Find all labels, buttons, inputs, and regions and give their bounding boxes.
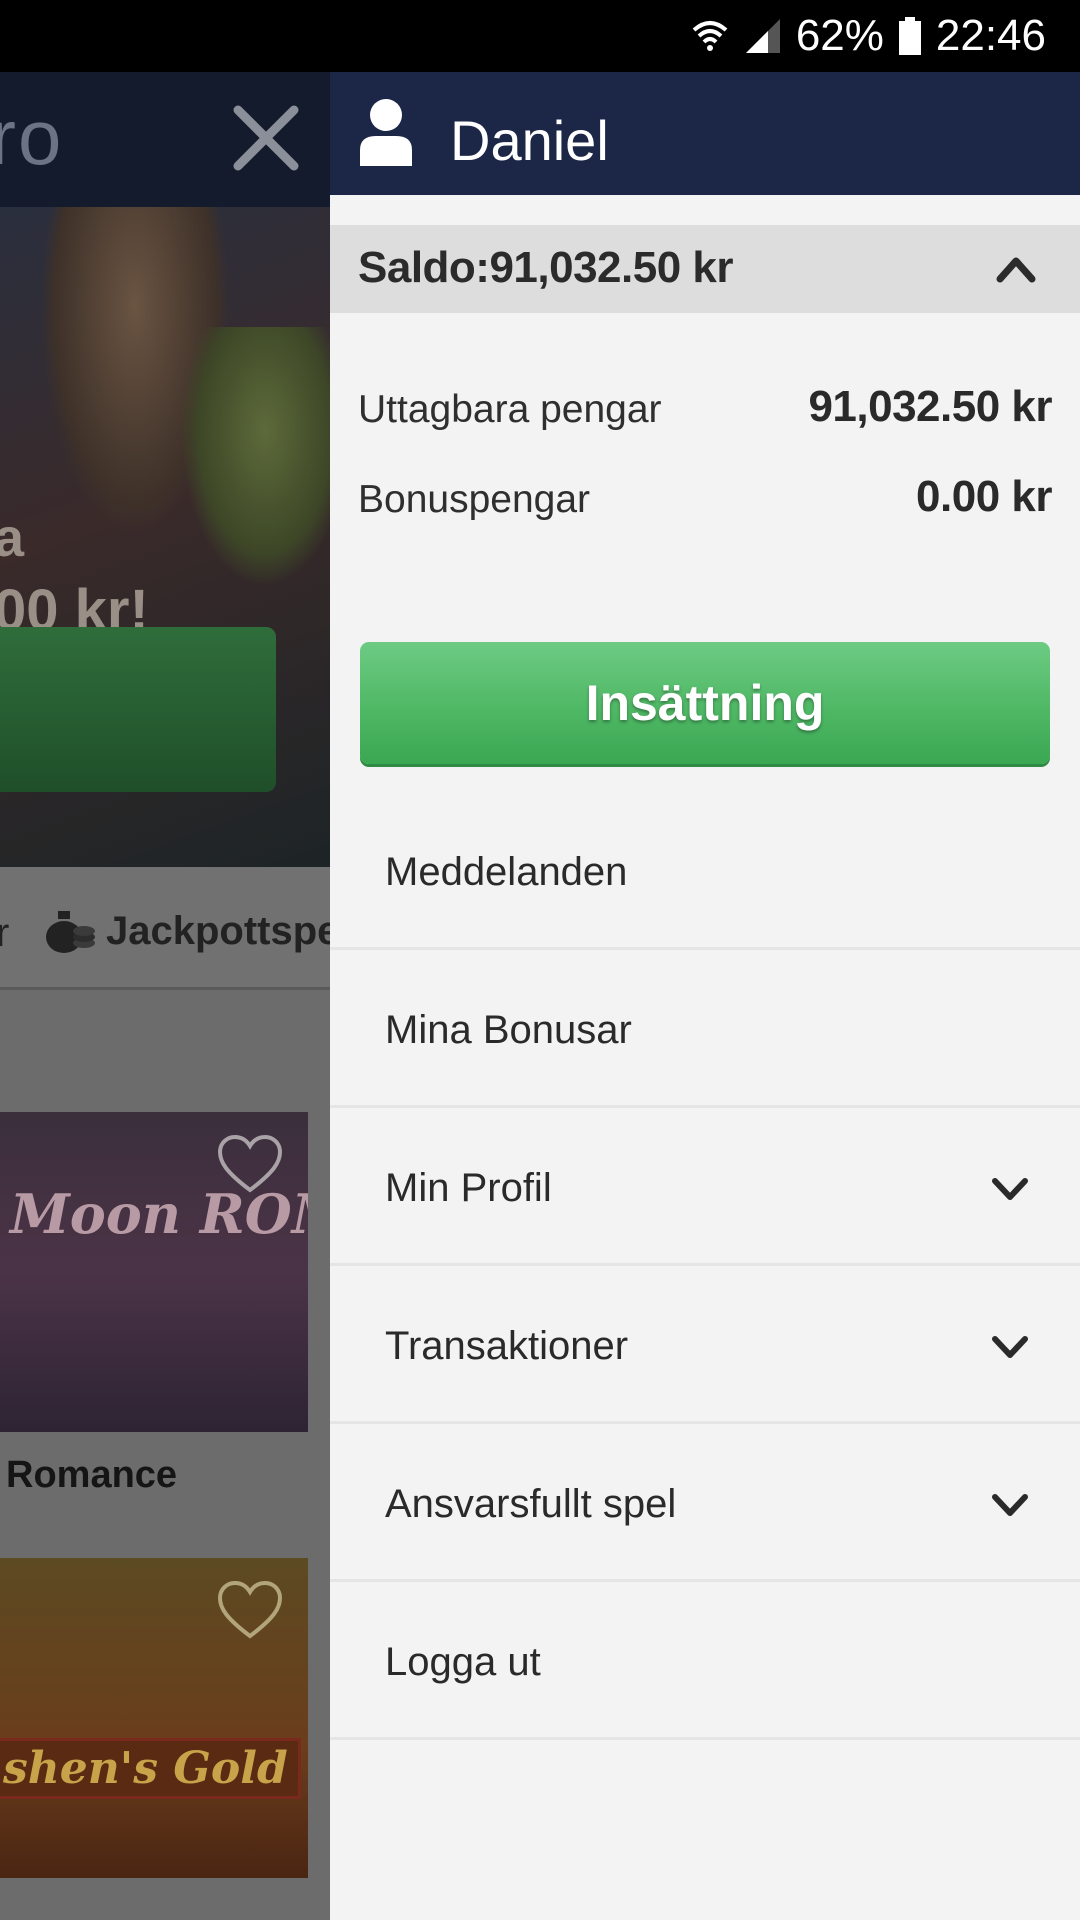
game-list: Moon ROMANCE Romance shen's Gold <box>0 990 330 1920</box>
menu-item-label: Ansvarsfullt spel <box>385 1482 677 1526</box>
chevron-up-icon <box>996 257 1036 283</box>
battery-icon <box>898 16 922 56</box>
promo-banner: a 00 kr! <box>0 207 330 867</box>
user-name: Daniel <box>450 109 609 172</box>
user-icon <box>360 99 412 166</box>
account-drawer: Daniel Saldo:91,032.50 kr Uttagbara peng… <box>330 72 1080 1920</box>
close-icon[interactable] <box>228 100 304 176</box>
withdrawable-row: Uttagbara pengar 91,032.50 kr <box>358 382 1052 442</box>
app-root: 62% 22:46 ro a 00 kr! r Jackpottspe Moon… <box>0 0 1080 1920</box>
background-logo: ro <box>0 93 64 181</box>
menu-item-logout[interactable]: Logga ut <box>330 1582 1080 1740</box>
bonus-row: Bonuspengar 0.00 kr <box>358 472 1052 532</box>
menu-item-label: Min Profil <box>385 1166 552 1210</box>
drawer-header: Daniel <box>330 72 1080 195</box>
game-tile-art: shen's Gold <box>0 1738 301 1799</box>
menu-item-label: Meddelanden <box>385 850 628 894</box>
category-tabs: r Jackpottspe <box>0 867 330 990</box>
tab-jackpot-label: Jackpottspe <box>106 908 330 953</box>
game-title: Romance <box>6 1454 178 1496</box>
menu-item-my-bonuses[interactable]: Mina Bonusar <box>330 950 1080 1108</box>
account-menu: Meddelanden Mina Bonusar Min Profil Tran… <box>330 792 1080 1740</box>
balance-toggle[interactable]: Saldo:91,032.50 kr <box>330 225 1080 313</box>
menu-item-label: Logga ut <box>385 1640 541 1684</box>
background-page: ro a 00 kr! r Jackpottspe Moon RO Romanc… <box>0 72 330 1920</box>
game-tile: Moon ROMANCE <box>0 1112 308 1432</box>
moneybag-icon <box>46 911 95 953</box>
background-header: ro <box>0 72 330 207</box>
balance-label: Saldo:91,032.50 kr <box>358 243 734 292</box>
withdrawable-label: Uttagbara pengar <box>358 388 662 431</box>
menu-item-label: Mina Bonusar <box>385 1008 632 1052</box>
deposit-button[interactable]: Insättning <box>360 642 1050 764</box>
status-bar: 62% 22:46 <box>0 0 1080 72</box>
promo-button <box>0 627 276 792</box>
menu-item-transactions[interactable]: Transaktioner <box>330 1266 1080 1424</box>
tab-jackpot: Jackpottspe <box>44 907 330 955</box>
menu-item-messages[interactable]: Meddelanden <box>330 792 1080 950</box>
promo-zombie <box>180 327 330 587</box>
battery-percent: 62% <box>795 11 884 60</box>
game-tile: shen's Gold <box>0 1558 308 1878</box>
menu-item-label: Transaktioner <box>385 1324 629 1368</box>
heart-icon <box>217 1580 283 1639</box>
chevron-down-icon <box>992 1494 1028 1516</box>
bonus-label: Bonuspengar <box>358 478 591 521</box>
withdrawable-value: 91,032.50 kr <box>808 382 1052 431</box>
chevron-down-icon <box>992 1336 1028 1358</box>
signal-icon <box>744 17 782 55</box>
bonus-value: 0.00 kr <box>916 472 1052 521</box>
clock: 22:46 <box>935 11 1046 60</box>
wifi-icon <box>690 16 730 56</box>
heart-icon <box>217 1134 283 1193</box>
tab-fragment: r <box>0 911 10 955</box>
promo-text-line1: a <box>0 508 25 568</box>
chevron-down-icon <box>992 1178 1028 1200</box>
menu-item-responsible-gaming[interactable]: Ansvarsfullt spel <box>330 1424 1080 1582</box>
menu-item-my-profile[interactable]: Min Profil <box>330 1108 1080 1266</box>
